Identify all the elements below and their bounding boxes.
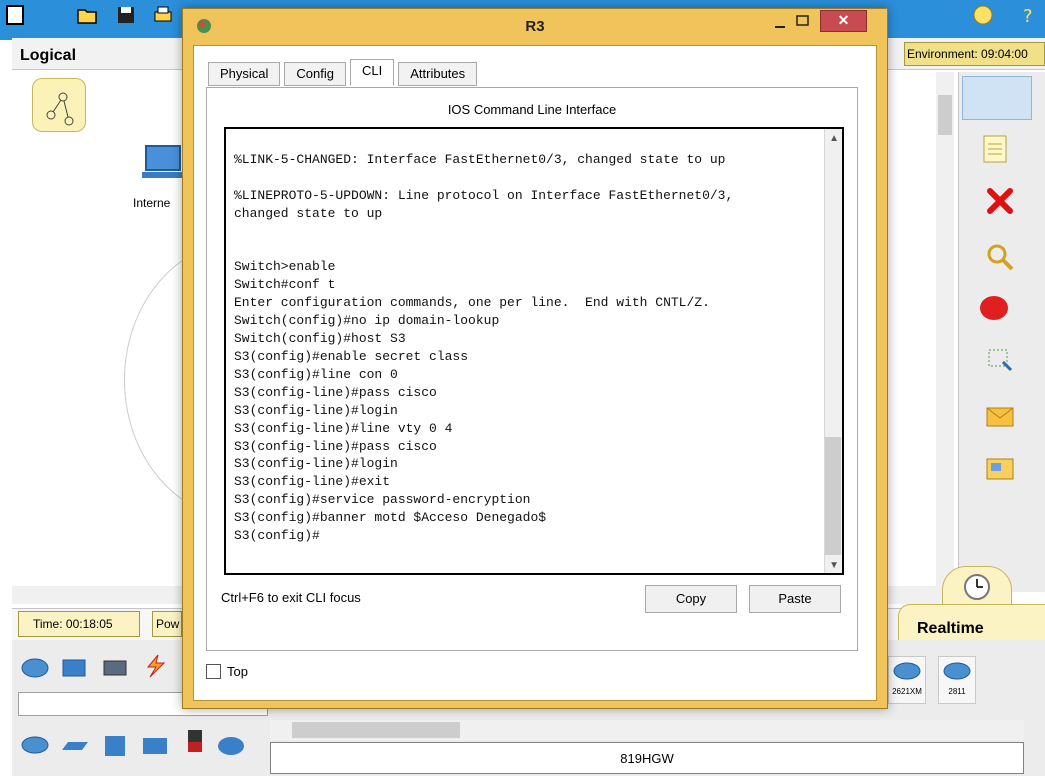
canvas-vertical-scrollbar[interactable] [936, 72, 954, 592]
terminal-line: S3(config-line)#exit [234, 474, 391, 490]
close-button[interactable]: ✕ [820, 10, 867, 32]
terminal-line: changed state to up [234, 205, 383, 221]
terminal-line: S3(config)#service password-encryption [234, 492, 531, 508]
terminal-line: S3(config-line)#login [234, 456, 398, 472]
device-window: R3 ✕ Physical Config CLI Attributes IOS … [182, 8, 888, 709]
terminal-line: Enter configuration commands, one per li… [234, 295, 710, 311]
terminal-line: Switch(config)#no ip domain-lookup [234, 313, 500, 329]
selected-model-label: 819HGW [270, 742, 1024, 774]
wan-emulation-icon[interactable] [216, 732, 246, 758]
terminal-line: S3(config-line)#line vty 0 4 [234, 420, 453, 436]
realtime-label[interactable]: Realtime [917, 620, 984, 638]
scroll-up-icon[interactable]: ▲ [829, 133, 839, 144]
router-device-icon[interactable] [20, 732, 50, 758]
paste-button[interactable]: Paste [749, 585, 841, 613]
cli-title: IOS Command Line Interface [447, 102, 617, 117]
cluster-navigation-icon[interactable] [32, 78, 86, 132]
terminal-line: Switch>enable [234, 259, 336, 275]
resize-shape-icon[interactable] [983, 342, 1017, 376]
copy-button[interactable]: Copy [645, 585, 737, 613]
switch-category-icon[interactable] [60, 655, 90, 681]
model-horizontal-thumb[interactable] [292, 722, 460, 738]
add-simple-pdu-icon[interactable] [983, 400, 1017, 434]
cli-panel: IOS Command Line Interface %LINK-5-CHANG… [206, 87, 858, 651]
environment-label[interactable]: Environment: 09:04:00 [904, 42, 1045, 66]
terminal-line: Switch(config)#host S3 [234, 331, 406, 347]
window-body: Physical Config CLI Attributes IOS Comma… [193, 45, 877, 701]
pc-device-icon[interactable] [140, 142, 186, 188]
add-complex-pdu-icon[interactable] [983, 452, 1017, 486]
help-icon[interactable]: ? [1018, 4, 1040, 26]
router-model-label: 2621XM [892, 687, 922, 696]
top-option: Top [206, 664, 248, 679]
wireless-device-icon[interactable] [140, 732, 170, 758]
connections-category-icon[interactable] [140, 653, 170, 679]
switch-device-icon[interactable] [60, 732, 90, 758]
cli-terminal[interactable]: %LINK-5-CHANGED: Interface FastEthernet0… [224, 127, 844, 575]
scroll-down-icon[interactable]: ▼ [829, 560, 839, 571]
hub-device-icon[interactable] [100, 732, 130, 758]
terminal-line: S3(config-line)#login [234, 402, 398, 418]
power-cycle-button[interactable]: Pow [152, 611, 182, 637]
open-folder-icon[interactable] [76, 4, 98, 26]
time-label: Time: 00:18:05 [18, 611, 140, 637]
end-device-category-icon[interactable] [100, 655, 130, 681]
print-icon[interactable] [152, 4, 174, 26]
exit-cli-hint: Ctrl+F6 to exit CLI focus [221, 590, 361, 605]
terminal-line: S3(config)#enable secret class [234, 348, 469, 364]
terminal-line: S3(config)#line con 0 [234, 366, 398, 382]
select-tool-button[interactable] [962, 76, 1032, 120]
top-checkbox[interactable] [206, 664, 221, 679]
tab-attributes[interactable]: Attributes [398, 62, 478, 86]
terminal-scroll-thumb[interactable] [825, 437, 841, 555]
maximize-button[interactable] [791, 11, 815, 33]
pc-device-label: Interne [133, 196, 171, 210]
terminal-output[interactable]: %LINK-5-CHANGED: Interface FastEthernet0… [234, 151, 814, 545]
inspect-tool-icon[interactable] [983, 240, 1017, 274]
tab-physical[interactable]: Physical [208, 62, 281, 86]
svg-text:?: ? [1023, 6, 1033, 26]
router-model-tile[interactable]: 2621XM [888, 656, 926, 704]
new-file-icon[interactable] [4, 4, 26, 26]
canvas-vertical-thumb[interactable] [938, 95, 952, 135]
terminal-line: S3(config)#banner motd $Acceso Denegado$ [234, 510, 547, 526]
router-category-icon[interactable] [20, 655, 50, 681]
terminal-line: S3(config-line)#pass cisco [234, 438, 437, 454]
draw-ellipse-icon[interactable] [978, 291, 1012, 325]
terminal-line: %LINK-5-CHANGED: Interface FastEthernet0… [234, 152, 726, 167]
terminal-line: S3(config-line)#pass cisco [234, 384, 437, 400]
tab-config[interactable]: Config [284, 62, 346, 86]
save-icon[interactable] [115, 4, 137, 26]
tab-cli[interactable]: CLI [350, 59, 395, 86]
terminal-line: Switch#conf t [234, 277, 336, 293]
tab-bar: Physical Config CLI Attributes [208, 59, 481, 86]
security-device-icon[interactable] [180, 728, 210, 754]
info-icon[interactable] [972, 4, 994, 26]
terminal-line: S3(config)# [234, 528, 320, 544]
workspace-label[interactable]: Logical [20, 47, 76, 65]
terminal-line: %LINEPROTO-5-UPDOWN: Line protocol on In… [234, 187, 734, 203]
router-model-label: 2811 [948, 687, 966, 696]
delete-tool-icon[interactable] [983, 184, 1017, 218]
note-tool-icon[interactable] [978, 132, 1012, 166]
top-label: Top [227, 664, 248, 679]
window-titlebar[interactable]: R3 ✕ [183, 9, 887, 45]
router-model-tile[interactable]: 2811 [938, 656, 976, 704]
minimize-button[interactable] [769, 13, 793, 35]
